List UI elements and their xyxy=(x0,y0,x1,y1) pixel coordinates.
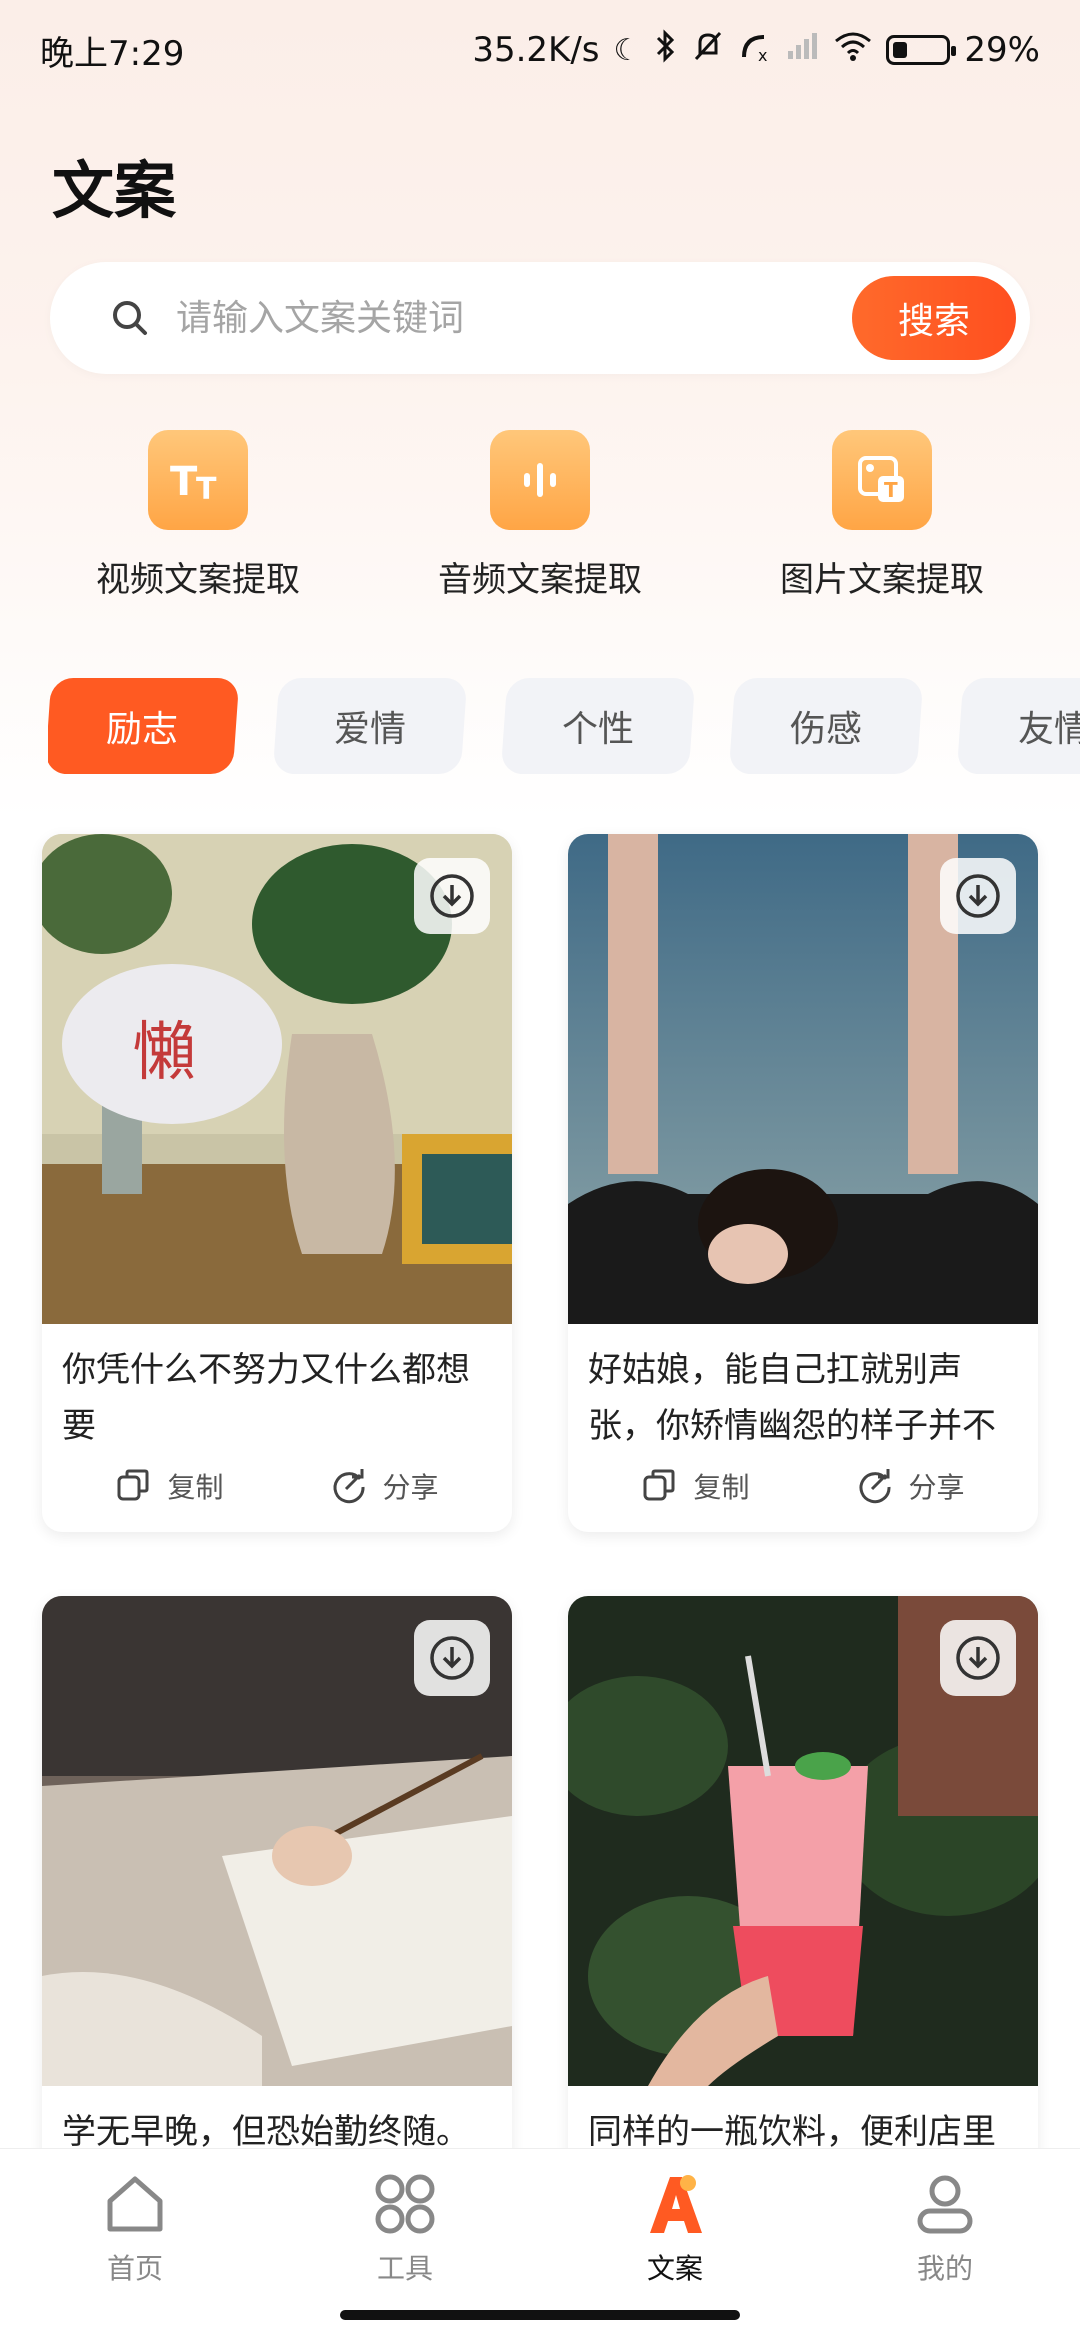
share-icon xyxy=(860,1469,891,1504)
quote-text: 你凭什么不努力又什么都想要 xyxy=(62,1350,470,1446)
tool-label: 视频文案提取 xyxy=(96,560,300,600)
download-button[interactable] xyxy=(414,1620,490,1696)
card-actions: 复制 分享 xyxy=(42,1454,512,1532)
search-button[interactable]: 搜索 xyxy=(852,276,1016,360)
share-button[interactable]: 分享 xyxy=(856,1466,965,1506)
grid-icon xyxy=(375,2174,435,2234)
wifi-icon xyxy=(834,31,872,69)
share-icon xyxy=(334,1469,365,1504)
svg-text:懶: 懶 xyxy=(132,1016,196,1090)
home-icon xyxy=(107,2176,163,2232)
svg-text:x: x xyxy=(758,46,767,63)
bluetooth-icon xyxy=(654,29,678,71)
letter-a-icon xyxy=(650,2175,702,2233)
download-icon xyxy=(956,1636,1000,1680)
text-tt-icon: TT xyxy=(148,430,248,530)
download-icon xyxy=(956,874,1000,918)
card-image xyxy=(568,834,1038,1324)
category-tabs: 励志 爱情 个性 伤感 友情 xyxy=(48,678,1080,776)
tab-love[interactable]: 爱情 xyxy=(272,678,468,774)
battery-percent: 29% xyxy=(964,30,1040,70)
quote-card[interactable]: 学无早晚，但恐始勤终随。 xyxy=(42,1596,512,2216)
quote-text: 好姑娘，能自己扛就别声张，你矫情幽怨的样子并不漂… xyxy=(588,1350,996,1446)
download-button[interactable] xyxy=(940,1620,1016,1696)
audio-bars-icon xyxy=(490,430,590,530)
quote-card[interactable]: 好姑娘，能自己扛就别声张，你矫情幽怨的样子并不漂… 复制 分享 xyxy=(568,834,1038,1532)
tool-label: 图片文案提取 xyxy=(780,560,984,600)
copy-button[interactable]: 复制 xyxy=(641,1466,750,1506)
tool-audio-extract[interactable]: 音频文案提取 xyxy=(390,430,690,601)
network-speed: 35.2K/s xyxy=(472,30,600,70)
svg-text:T: T xyxy=(196,472,217,505)
card-image xyxy=(568,1596,1038,2086)
quote-card[interactable]: 同样的一瓶饮料，便利店里 xyxy=(568,1596,1038,2216)
status-icons: 35.2K/s ☾ x 29% xyxy=(472,29,1040,71)
image-text-icon: T xyxy=(832,430,932,530)
nav-home[interactable]: 首页 xyxy=(35,2171,235,2287)
tab-friendship[interactable]: 友情 xyxy=(956,678,1080,774)
moon-icon: ☾ xyxy=(613,32,641,68)
card-image xyxy=(42,1596,512,2086)
status-bar: 晚上7:29 35.2K/s ☾ x 29% xyxy=(0,0,1080,100)
status-time: 晚上7:29 xyxy=(40,33,185,74)
card-actions: 复制 分享 xyxy=(568,1454,1038,1532)
tab-sad[interactable]: 伤感 xyxy=(728,678,924,774)
card-image: 懶 xyxy=(42,834,512,1324)
download-icon xyxy=(430,1636,474,1680)
tool-label: 音频文案提取 xyxy=(438,560,642,600)
search-icon xyxy=(110,298,150,338)
copy-button[interactable]: 复制 xyxy=(115,1466,224,1506)
copy-icon xyxy=(117,1469,149,1501)
extract-tools: TT 视频文案提取 音频文案提取 T 图片文案提取 xyxy=(0,430,1080,600)
tool-video-extract[interactable]: TT 视频文案提取 xyxy=(48,430,348,601)
tab-personality[interactable]: 个性 xyxy=(500,678,696,774)
share-button[interactable]: 分享 xyxy=(330,1466,439,1506)
signal-icon xyxy=(786,31,820,69)
search-input[interactable] xyxy=(176,297,816,339)
user-icon xyxy=(917,2175,973,2234)
page-title: 文案 xyxy=(52,154,177,227)
nav-tools[interactable]: 工具 xyxy=(305,2171,505,2287)
svg-text:T: T xyxy=(884,478,898,502)
home-indicator[interactable] xyxy=(340,2310,740,2320)
call-missed-icon: x xyxy=(738,29,772,71)
copy-icon xyxy=(643,1469,675,1501)
search-bar[interactable]: 搜索 xyxy=(50,262,1030,374)
mute-bell-icon xyxy=(692,29,724,71)
download-button[interactable] xyxy=(940,858,1016,934)
tab-motivation[interactable]: 励志 xyxy=(48,678,240,774)
quote-card[interactable]: 懶 你凭什么不努力又什么都想要 复制 分享 xyxy=(42,834,512,1532)
battery-icon xyxy=(886,35,957,65)
tool-image-extract[interactable]: T 图片文案提取 xyxy=(732,430,1032,601)
nav-profile[interactable]: 我的 xyxy=(845,2171,1045,2287)
svg-text:T: T xyxy=(170,459,198,505)
download-button[interactable] xyxy=(414,858,490,934)
download-icon xyxy=(430,874,474,918)
nav-copywriting[interactable]: 文案 xyxy=(575,2171,775,2287)
